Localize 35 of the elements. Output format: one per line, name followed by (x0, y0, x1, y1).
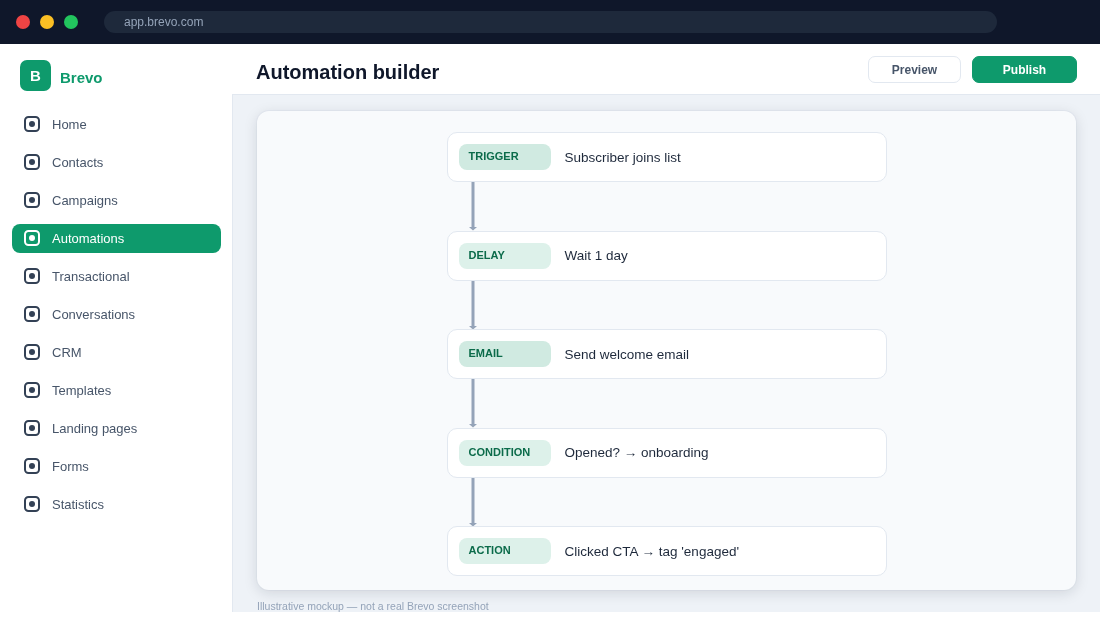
primary-button[interactable]: Publish (972, 56, 1077, 83)
step-label: Wait 1 day (564, 248, 628, 263)
step-tag: DELAY (458, 242, 551, 269)
nav-item[interactable]: Campaigns (12, 185, 221, 215)
disclaimer-text: Illustrative mockup — not a real Brevo screenshot (257, 600, 489, 612)
step-label: Subscriber joins list (564, 149, 681, 165)
address-field[interactable]: app.brevo.com (104, 11, 997, 33)
nav-item[interactable]: Transactional (12, 261, 221, 291)
window-minimize-icon[interactable] (40, 15, 54, 29)
step-label: Clicked CTA → tag 'engaged' (564, 543, 739, 559)
nav-item[interactable]: Forms (12, 451, 221, 481)
nav-item[interactable]: Conversations (12, 299, 221, 329)
connector-arrow (467, 182, 478, 231)
nav-item[interactable]: Landing pages (12, 413, 221, 443)
brand-logo: B (20, 60, 51, 91)
step-label: Send welcome email (564, 346, 690, 362)
connector-arrow (467, 280, 478, 329)
nav-item[interactable]: Contacts (12, 147, 221, 177)
nav-item[interactable]: Home (12, 109, 221, 139)
connector-arrow (467, 379, 478, 428)
nav-item[interactable]: Automations (12, 223, 221, 253)
window-maximize-icon[interactable] (64, 15, 78, 29)
window-close-icon[interactable] (16, 15, 30, 29)
step-tag: TRIGGER (458, 144, 551, 170)
nav-item[interactable]: Statistics (12, 489, 221, 519)
page-title: Automation builder (256, 59, 440, 84)
step-tag: EMAIL (458, 341, 551, 367)
step-tag: CONDITION (458, 439, 551, 466)
step-tag: ACTION (458, 538, 551, 564)
secondary-button[interactable]: Preview (868, 56, 961, 83)
brand-name: Brevo (60, 67, 103, 86)
nav-item[interactable]: CRM (12, 337, 221, 367)
step-label: Opened? → onboarding (564, 445, 709, 460)
nav-item[interactable]: Templates (12, 375, 221, 405)
connector-arrow (467, 477, 478, 526)
